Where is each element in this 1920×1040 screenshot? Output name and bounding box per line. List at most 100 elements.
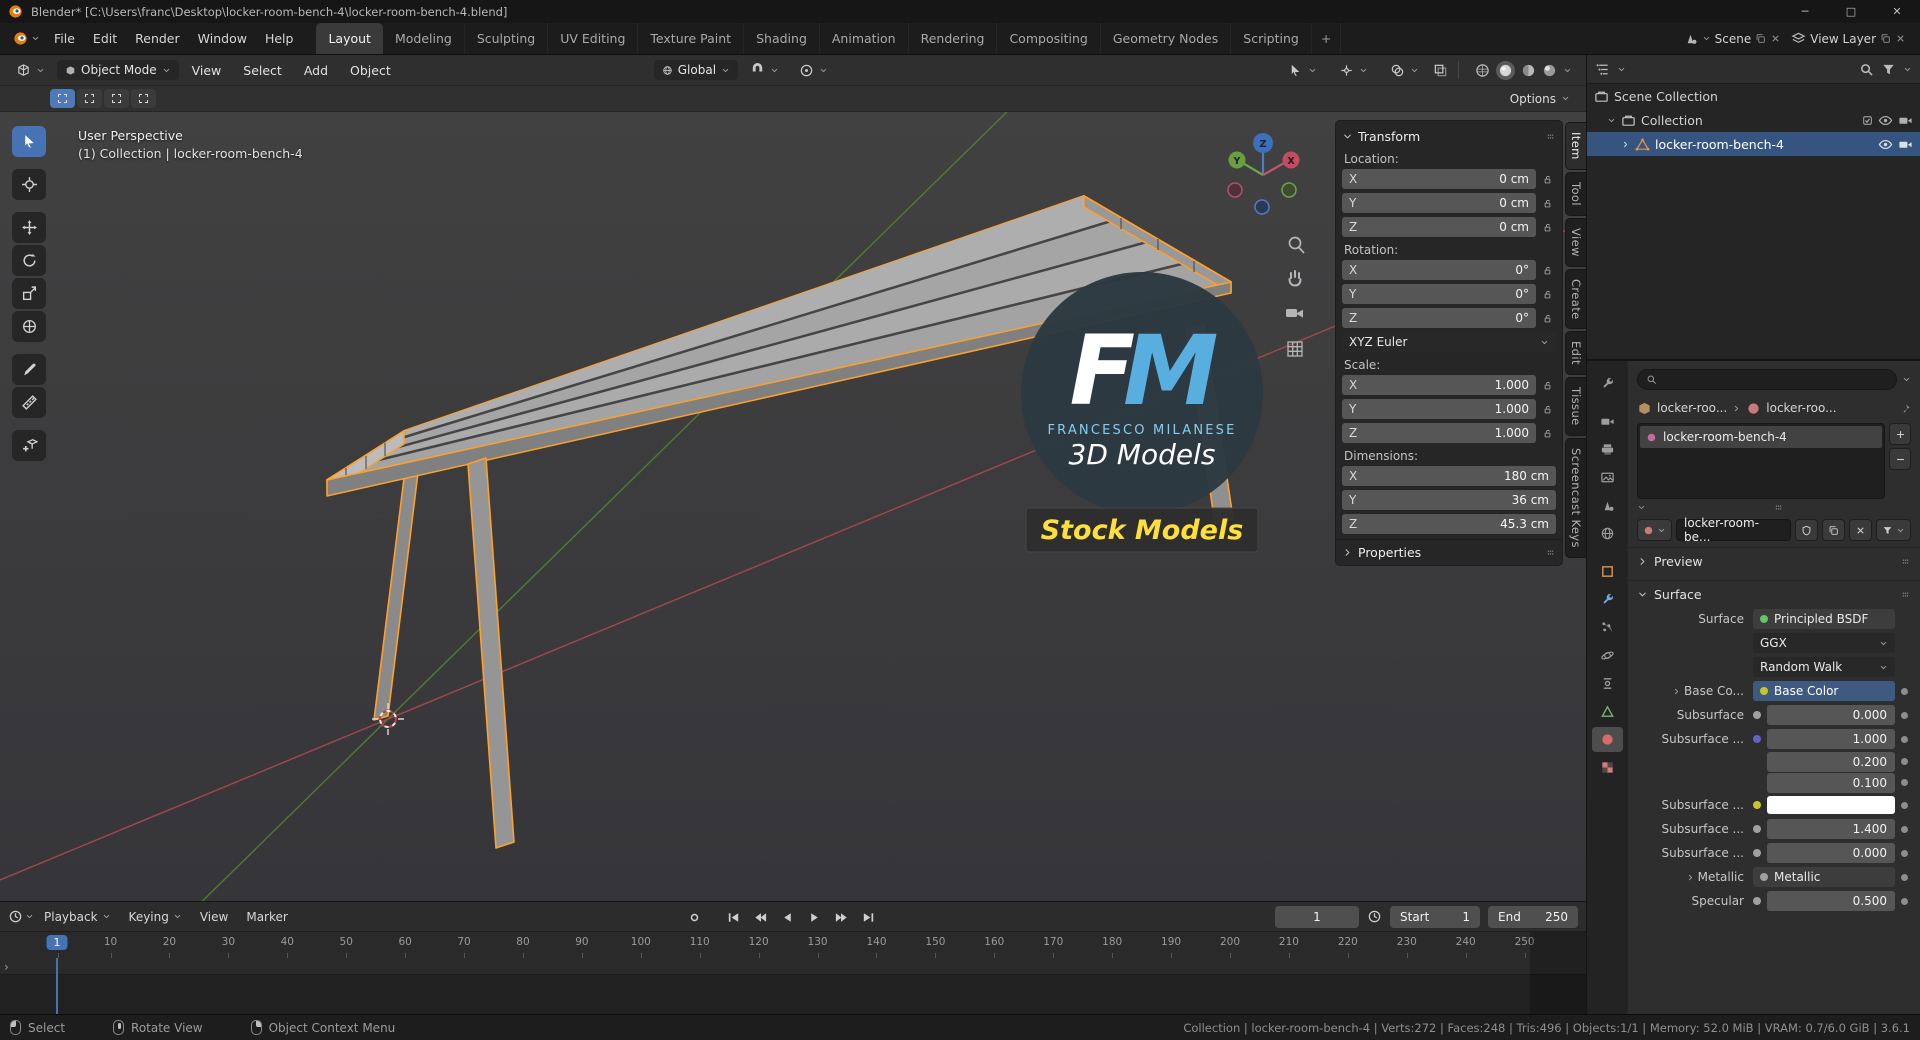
- lock-icon[interactable]: [1542, 289, 1553, 300]
- subsurface-slider[interactable]: 0.000: [1767, 705, 1895, 725]
- auto-keying-toggle[interactable]: [682, 905, 707, 929]
- tab-material[interactable]: [1591, 727, 1623, 752]
- search-icon[interactable]: [1859, 62, 1874, 77]
- location-z-field[interactable]: Z0 cm: [1342, 217, 1536, 237]
- tab-world[interactable]: [1592, 521, 1623, 546]
- workspace-tab[interactable]: Animation: [820, 23, 909, 54]
- sidebar-tab-screencast-keys[interactable]: Screencast Keys: [1565, 437, 1586, 558]
- editor-timeline-icon[interactable]: [8, 909, 23, 924]
- view-layer-selector[interactable]: View Layer: [1791, 31, 1906, 46]
- panel-grip-icon[interactable]: [1900, 556, 1911, 567]
- select-mode-intersect-button[interactable]: [131, 89, 156, 108]
- use-preview-range-clock-icon[interactable]: [1367, 909, 1382, 924]
- add-workspace-button[interactable]: +: [1312, 23, 1342, 54]
- hide-eye-icon[interactable]: [1878, 113, 1893, 128]
- tool-add-primitive[interactable]: [12, 430, 46, 461]
- sidebar-tab-item[interactable]: Item: [1565, 122, 1586, 170]
- proportional-editing-toggle[interactable]: [791, 60, 836, 81]
- sidebar-tab-tool[interactable]: Tool: [1565, 171, 1586, 216]
- metallic-button[interactable]: Metallic: [1753, 867, 1895, 887]
- workspace-tab[interactable]: UV Editing: [548, 23, 639, 54]
- menu-render[interactable]: Render: [126, 27, 189, 50]
- object-visibility-dropdown[interactable]: [1280, 60, 1325, 81]
- workspace-tab[interactable]: Sculpting: [465, 23, 549, 54]
- menu-object[interactable]: Object: [341, 60, 400, 81]
- jump-to-end-button[interactable]: [856, 905, 881, 929]
- properties-panel-header[interactable]: Properties: [1336, 539, 1562, 564]
- menu-edit[interactable]: Edit: [84, 27, 126, 50]
- gizmos-dropdown[interactable]: [1331, 60, 1376, 81]
- location-y-field[interactable]: Y0 cm: [1342, 193, 1536, 213]
- playhead-line[interactable]: [56, 958, 58, 1014]
- dimensions-z-field[interactable]: Z 45.3 cm: [1342, 514, 1556, 534]
- frame-end-field[interactable]: End 250: [1488, 905, 1578, 928]
- remove-view-layer-icon[interactable]: [1895, 33, 1906, 44]
- workspace-tab-layout[interactable]: Layout: [316, 23, 383, 54]
- current-frame-field[interactable]: 1: [1275, 905, 1359, 928]
- panel-grip-icon[interactable]: [1545, 131, 1556, 142]
- subsurface-anisotropy-field[interactable]: 0.000: [1767, 843, 1895, 863]
- hide-eye-icon[interactable]: [1878, 137, 1893, 152]
- slot-specials-chevron-icon[interactable]: [1637, 503, 1646, 512]
- tool-scale[interactable]: [12, 278, 46, 309]
- transform-orientation-selector[interactable]: Global: [653, 60, 739, 80]
- unlink-scene-icon[interactable]: [1770, 33, 1781, 44]
- decorator-dot[interactable]: [1901, 758, 1908, 765]
- breadcrumb-object[interactable]: locker-roo...: [1657, 401, 1727, 415]
- sidebar-tab-create[interactable]: Create: [1565, 268, 1586, 330]
- fake-user-button[interactable]: [1795, 519, 1818, 541]
- new-material-button[interactable]: [1822, 519, 1845, 541]
- tab-object[interactable]: [1592, 559, 1623, 584]
- tab-texture[interactable]: [1592, 755, 1623, 780]
- dimensions-x-field[interactable]: X 180 cm: [1342, 466, 1556, 486]
- material-name-field[interactable]: locker-room-be...: [1676, 516, 1791, 544]
- lock-icon[interactable]: [1542, 428, 1553, 439]
- lock-icon[interactable]: [1542, 198, 1553, 209]
- exclude-checkbox-icon[interactable]: [1862, 115, 1873, 126]
- tab-particles[interactable]: [1592, 615, 1623, 640]
- rendered-shading-button[interactable]: [1542, 63, 1557, 78]
- lock-icon[interactable]: [1542, 313, 1553, 324]
- disable-render-camera-icon[interactable]: [1898, 113, 1913, 128]
- tab-constraints[interactable]: [1592, 671, 1623, 696]
- menu-help[interactable]: Help: [256, 27, 303, 50]
- decorator-dot[interactable]: [1901, 849, 1908, 857]
- new-scene-icon[interactable]: [1755, 33, 1766, 44]
- tab-render[interactable]: [1592, 409, 1623, 434]
- overlays-dropdown[interactable]: [1382, 60, 1427, 81]
- app-menu-button[interactable]: [8, 31, 45, 46]
- tab-scene[interactable]: [1592, 493, 1623, 518]
- rotation-mode-dropdown[interactable]: XYZ Euler: [1342, 332, 1556, 352]
- add-material-slot-button[interactable]: [1889, 423, 1911, 445]
- select-mode-subtract-button[interactable]: [104, 89, 129, 108]
- workspace-tab[interactable]: Rendering: [909, 23, 998, 54]
- menu-keying[interactable]: Keying: [121, 907, 190, 927]
- subsurface-ior-field[interactable]: 1.400: [1767, 819, 1895, 839]
- wireframe-shading-button[interactable]: [1475, 63, 1490, 78]
- close-button[interactable]: ✕: [1874, 0, 1920, 23]
- play-button[interactable]: [802, 905, 827, 929]
- disable-render-camera-icon[interactable]: [1898, 137, 1913, 152]
- properties-search-input[interactable]: [1637, 369, 1897, 390]
- gizmo-minus-y-axis[interactable]: [1281, 182, 1297, 198]
- menu-file[interactable]: File: [45, 27, 84, 50]
- editor-outliner-icon[interactable]: [1595, 62, 1610, 77]
- menu-view[interactable]: View: [192, 907, 236, 927]
- decorator-dot[interactable]: [1901, 801, 1908, 809]
- dimensions-y-field[interactable]: Y 36 cm: [1342, 490, 1556, 510]
- menu-window[interactable]: Window: [189, 27, 256, 50]
- tool-annotate[interactable]: [12, 354, 46, 385]
- decorator-dot[interactable]: [1901, 735, 1908, 743]
- subsurface-method-dropdown[interactable]: Random Walk: [1753, 657, 1895, 677]
- tab-object-data[interactable]: [1592, 699, 1623, 724]
- timeline-tracks[interactable]: ›: [0, 958, 1586, 1014]
- maximize-button[interactable]: □: [1828, 0, 1874, 23]
- frame-start-field[interactable]: Start 1: [1390, 905, 1480, 928]
- gizmo-minus-z-axis[interactable]: [1254, 199, 1270, 215]
- location-x-field[interactable]: X0 cm: [1342, 169, 1536, 189]
- jump-to-start-button[interactable]: [721, 905, 746, 929]
- xray-toggle[interactable]: [1433, 63, 1448, 78]
- scene-selector[interactable]: Scene: [1683, 31, 1782, 46]
- lock-icon[interactable]: [1542, 380, 1553, 391]
- material-specials-button[interactable]: [1876, 519, 1911, 541]
